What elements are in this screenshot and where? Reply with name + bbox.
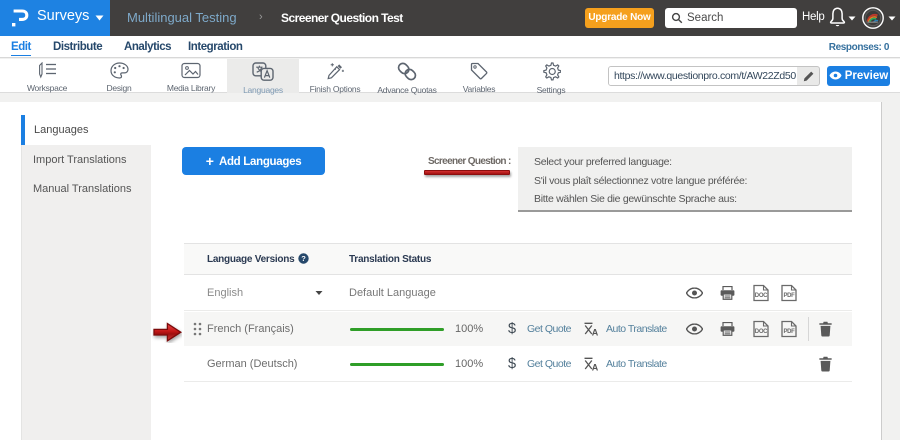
svg-text:PDF: PDF (783, 293, 795, 299)
svg-text:A: A (592, 328, 599, 336)
svg-text:DOC: DOC (755, 329, 768, 335)
svg-text:PDF: PDF (783, 329, 795, 335)
svg-text:?: ? (301, 254, 306, 263)
svg-text:A: A (592, 362, 599, 370)
svg-text:DOC: DOC (755, 293, 768, 299)
